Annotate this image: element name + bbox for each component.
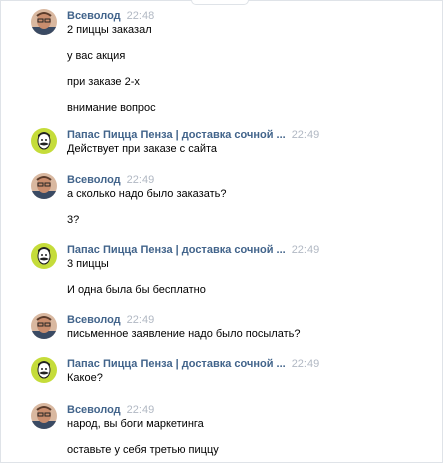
message-text: у вас акция — [67, 50, 126, 62]
vsevolod-avatar[interactable] — [31, 313, 57, 339]
message-text: Действует при заказе с сайта — [67, 143, 218, 155]
message-time[interactable]: 22:49 — [292, 244, 320, 256]
message-text: 3? — [67, 214, 80, 226]
vsevolod-avatar[interactable] — [31, 9, 57, 35]
author-name-link[interactable]: Папас Пицца Пенза | доставка сочной ... — [67, 129, 286, 141]
message-header: Всеволод 22:49 — [67, 313, 154, 327]
vsevolod-avatar[interactable] — [31, 403, 57, 429]
author-name-link[interactable]: Всеволод — [67, 404, 121, 416]
papas-pizza-avatar[interactable] — [31, 357, 57, 383]
message-text: оставьте у себя третью пиццу — [67, 444, 219, 456]
message-time[interactable]: 22:49 — [127, 314, 155, 326]
message-header: Всеволод 22:49 — [67, 403, 154, 417]
papas-pizza-avatar[interactable] — [31, 243, 57, 269]
message-text: И одна была бы бесплатно — [67, 284, 206, 296]
message-header: Всеволод 22:48 — [67, 9, 154, 23]
author-name-link[interactable]: Папас Пицца Пенза | доставка сочной ... — [67, 244, 286, 256]
author-name-link[interactable]: Папас Пицца Пенза | доставка сочной ... — [67, 358, 286, 370]
message-header: Папас Пицца Пенза | доставка сочной ... 2… — [67, 128, 319, 142]
message-text: внимание вопрос — [67, 102, 156, 114]
message-text: а сколько надо было заказать? — [67, 188, 227, 200]
message-text: народ, вы боги маркетинга — [67, 418, 204, 430]
author-name-link[interactable]: Всеволод — [67, 10, 121, 22]
papas-pizza-avatar[interactable] — [31, 128, 57, 154]
message-text: 2 пиццы заказал — [67, 24, 152, 36]
message-header: Папас Пицца Пенза | доставка сочной ... 2… — [67, 357, 319, 371]
message-time[interactable]: 22:49 — [292, 358, 320, 370]
message-time[interactable]: 22:49 — [127, 404, 155, 416]
message-time[interactable]: 22:49 — [292, 129, 320, 141]
chat-history-panel: Всеволод 22:48 2 пиццы заказал у вас акци… — [0, 0, 443, 463]
vsevolod-avatar[interactable] — [31, 173, 57, 199]
message-text: Какое? — [67, 372, 103, 384]
message-text: при заказе 2-х — [67, 76, 140, 88]
author-name-link[interactable]: Всеволод — [67, 174, 121, 186]
message-time[interactable]: 22:48 — [127, 10, 155, 22]
message-text: письменное заявление надо было посылать? — [67, 328, 301, 340]
message-header: Папас Пицца Пенза | доставка сочной ... 2… — [67, 243, 319, 257]
message-time[interactable]: 22:49 — [127, 174, 155, 186]
scroll-tab — [191, 0, 249, 5]
author-name-link[interactable]: Всеволод — [67, 314, 121, 326]
message-text: 3 пиццы — [67, 258, 109, 270]
message-header: Всеволод 22:49 — [67, 173, 154, 187]
